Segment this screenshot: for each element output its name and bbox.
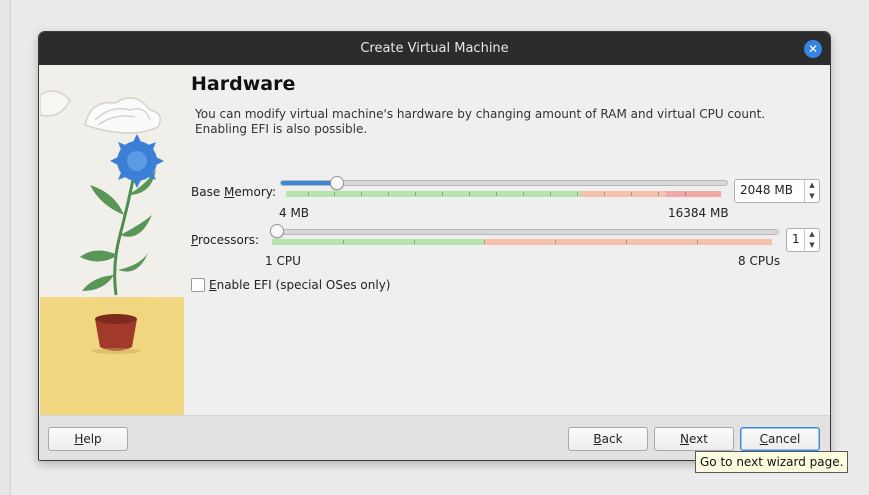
processors-spinbox[interactable]: 1 ▲ ▼ <box>786 228 820 252</box>
processors-value: 1 <box>792 232 800 246</box>
base-memory-slider[interactable] <box>280 180 728 186</box>
base-memory-slider-fill <box>281 181 337 185</box>
next-button[interactable]: Next <box>654 427 734 451</box>
create-vm-dialog: Create Virtual Machine ✕ Hardware You ca… <box>38 31 831 461</box>
page-description: You can modify virtual machine's hardwar… <box>195 107 765 137</box>
processors-slider-handle[interactable] <box>270 224 284 238</box>
processors-max-label: 8 CPUs <box>738 254 781 268</box>
help-button[interactable]: Help <box>48 427 128 451</box>
close-icon[interactable]: ✕ <box>804 40 822 58</box>
spin-down-icon[interactable]: ▼ <box>805 240 819 251</box>
enable-efi-label[interactable]: Enable EFI (special OSes only) <box>209 278 390 292</box>
processors-scale <box>272 239 772 245</box>
base-memory-scale <box>286 191 721 197</box>
back-button-mnemonic: B <box>593 432 602 446</box>
base-memory-label-prefix: Base <box>191 185 225 199</box>
base-memory-max-label: 16384 MB <box>668 206 729 220</box>
window-title: Create Virtual Machine <box>360 41 509 56</box>
enable-efi-label-mnemonic: E <box>209 278 217 292</box>
processors-label-mnemonic: P <box>191 233 199 247</box>
wizard-illustration <box>40 65 184 415</box>
enable-efi-label-suffix: nable EFI (special OSes only) <box>216 278 391 292</box>
title-bar: Create Virtual Machine ✕ <box>39 32 830 65</box>
base-memory-min-label: 4 MB <box>279 206 310 220</box>
spin-up-icon[interactable]: ▲ <box>805 229 819 240</box>
background-window-edge <box>0 0 11 495</box>
plant-illustration-image <box>40 65 184 415</box>
base-memory-label: Base Memory: <box>191 185 276 199</box>
cancel-button-text: ancel <box>768 432 801 446</box>
description-line-1: You can modify virtual machine's hardwar… <box>195 107 766 121</box>
page-title: Hardware <box>191 73 296 95</box>
cancel-button-mnemonic: C <box>759 432 769 446</box>
back-button[interactable]: Back <box>568 427 648 451</box>
cancel-button[interactable]: Cancel <box>740 427 820 451</box>
next-button-mnemonic: N <box>680 432 689 446</box>
processors-min-label: 1 CPU <box>265 254 301 268</box>
spin-up-icon[interactable]: ▲ <box>805 180 819 191</box>
wizard-content: Hardware You can modify virtual machine'… <box>190 65 826 415</box>
next-button-tooltip: Go to next wizard page. <box>695 451 849 473</box>
help-button-text: elp <box>83 432 102 446</box>
base-memory-slider-handle[interactable] <box>330 176 344 190</box>
next-button-text: ext <box>689 432 708 446</box>
description-line-2: Enabling EFI is also possible. <box>195 122 368 136</box>
back-button-text: ack <box>601 432 623 446</box>
processors-label: Processors: <box>191 233 259 247</box>
spin-down-icon[interactable]: ▼ <box>805 191 819 202</box>
base-memory-value: 2048 MB <box>740 183 793 197</box>
base-memory-label-suffix: emory: <box>234 185 277 199</box>
processors-label-suffix: rocessors: <box>198 233 260 247</box>
help-button-mnemonic: H <box>74 432 84 446</box>
processors-slider[interactable] <box>270 229 779 235</box>
base-memory-label-mnemonic: M <box>224 185 235 199</box>
enable-efi-checkbox[interactable] <box>191 278 205 292</box>
base-memory-spinbox[interactable]: 2048 MB ▲ ▼ <box>734 179 820 203</box>
